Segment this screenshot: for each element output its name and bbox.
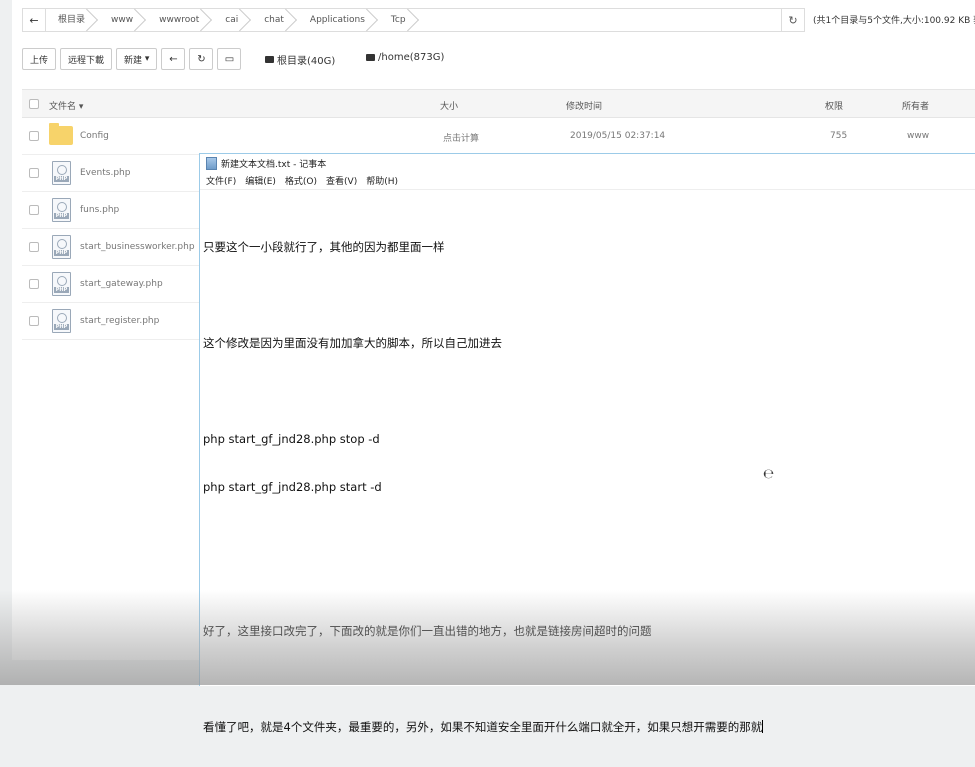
- file-name[interactable]: start_businessworker.php: [80, 242, 195, 252]
- remote-download-button[interactable]: 远程下載: [60, 48, 113, 70]
- text-line: 只要这个一小段就行了，其他的因为都里面一样: [203, 240, 445, 254]
- back-arrow-icon[interactable]: ←: [161, 48, 186, 70]
- php-file-icon: PHP: [52, 272, 71, 296]
- notepad-text-area[interactable]: 只要这个一小段就行了，其他的因为都里面一样 ​ 这个修改是因为里面没有加加拿大的…: [203, 207, 764, 767]
- disk-root[interactable]: 根目录(40G): [265, 52, 335, 67]
- select-all-checkbox[interactable]: [29, 99, 39, 109]
- upload-button[interactable]: 上传: [22, 48, 57, 70]
- breadcrumb-item[interactable]: wwwroot: [147, 9, 213, 31]
- text-line: php start_gf_jnd28.php stop -d: [203, 432, 380, 446]
- terminal-icon[interactable]: ▭: [217, 48, 242, 70]
- file-name[interactable]: Config: [80, 131, 109, 141]
- row-checkbox[interactable]: [29, 316, 39, 326]
- directory-summary: (共1个目录与5个文件,大小:100.92 KB 获: [813, 16, 975, 26]
- caret-down-icon: ▾: [144, 54, 150, 64]
- row-checkbox[interactable]: [29, 131, 39, 141]
- header-size[interactable]: 大小: [440, 99, 458, 112]
- file-name[interactable]: start_gateway.php: [80, 279, 163, 289]
- breadcrumb-item[interactable]: 根目录: [46, 9, 99, 31]
- file-owner[interactable]: www: [907, 131, 929, 141]
- text-line: 看懂了吧，就是4个文件夹，最重要的，另外，如果不知道安全里面开什么端口就全开，如…: [203, 720, 763, 734]
- disk-icon: [265, 56, 274, 63]
- back-arrow-icon[interactable]: ←: [23, 9, 46, 31]
- text-line: ​: [203, 383, 763, 399]
- file-name[interactable]: start_register.php: [80, 316, 159, 326]
- disk-root-label: 根目录(40G): [277, 56, 336, 67]
- file-size[interactable]: 点击计算: [443, 131, 479, 144]
- header-owner[interactable]: 所有者: [902, 99, 929, 112]
- breadcrumb-item[interactable]: chat: [252, 9, 298, 31]
- menu-file[interactable]: 文件(F): [206, 174, 236, 187]
- breadcrumb-item[interactable]: Applications: [298, 9, 379, 31]
- notepad-menubar: 文件(F) 编辑(E) 格式(O) 查看(V) 帮助(H): [200, 172, 975, 190]
- text-line: ​: [203, 575, 763, 591]
- header-perms[interactable]: 权限: [825, 99, 843, 112]
- row-checkbox[interactable]: [29, 168, 39, 178]
- php-file-icon: PHP: [52, 161, 71, 185]
- text-line: ​: [203, 287, 763, 303]
- notepad-window[interactable]: 新建文本文档.txt - 记事本 文件(F) 编辑(E) 格式(O) 查看(V)…: [199, 153, 975, 734]
- text-line: ​: [203, 527, 763, 543]
- folder-icon: [49, 123, 73, 145]
- row-checkbox[interactable]: [29, 279, 39, 289]
- file-name[interactable]: Events.php: [80, 168, 130, 178]
- table-header: 文件名 ▾ 大小 修改时间 权限 所有者: [22, 90, 975, 118]
- refresh-icon[interactable]: ↻: [781, 8, 805, 32]
- notepad-app-icon: [206, 156, 217, 170]
- header-name[interactable]: 文件名 ▾: [49, 99, 83, 112]
- ibeam-cursor-icon: ℮: [763, 467, 775, 482]
- new-button-label: 新建: [124, 55, 143, 66]
- php-file-icon: PHP: [52, 198, 71, 222]
- file-modified: 2019/05/15 02:37:14: [570, 131, 666, 141]
- file-name[interactable]: funs.php: [80, 205, 119, 215]
- notepad-titlebar[interactable]: 新建文本文档.txt - 记事本: [200, 154, 975, 172]
- breadcrumb-item[interactable]: www: [99, 9, 147, 31]
- menu-edit[interactable]: 编辑(E): [245, 174, 276, 187]
- disk-icon: [366, 54, 375, 61]
- php-file-icon: PHP: [52, 235, 71, 259]
- row-checkbox[interactable]: [29, 242, 39, 252]
- menu-help[interactable]: 帮助(H): [366, 174, 398, 187]
- table-row[interactable]: Config 点击计算 2019/05/15 02:37:14 755 www: [22, 118, 975, 155]
- menu-view[interactable]: 查看(V): [326, 174, 357, 187]
- disk-home[interactable]: /home(873G): [366, 52, 444, 63]
- notepad-title: 新建文本文档.txt - 记事本: [221, 159, 327, 170]
- text-line: 好了，这里接口改完了，下面改的就是你们一直出错的地方，也就是链接房间超时的问题: [203, 624, 652, 638]
- text-cursor: [762, 720, 764, 733]
- refresh-icon[interactable]: ↻: [189, 48, 214, 70]
- php-file-icon: PHP: [52, 309, 71, 333]
- new-button[interactable]: 新建 ▾: [116, 48, 158, 70]
- text-line: php start_gf_jnd28.php start -d: [203, 480, 382, 494]
- breadcrumb-item[interactable]: cai: [213, 9, 252, 31]
- breadcrumb: ← 根目录 www wwwroot cai chat Applications …: [22, 8, 782, 32]
- breadcrumb-item[interactable]: Tcp: [379, 9, 420, 31]
- disk-home-label: /home(873G): [378, 52, 445, 63]
- sort-icon: ▾: [78, 102, 84, 112]
- header-modified[interactable]: 修改时间: [566, 99, 602, 112]
- toolbar: 上传 远程下載 新建 ▾ ← ↻ ▭: [22, 48, 242, 70]
- text-line: 这个修改是因为里面没有加加拿大的脚本，所以自己加进去: [203, 336, 502, 350]
- row-checkbox[interactable]: [29, 205, 39, 215]
- file-perms[interactable]: 755: [830, 131, 847, 141]
- menu-format[interactable]: 格式(O): [285, 174, 317, 187]
